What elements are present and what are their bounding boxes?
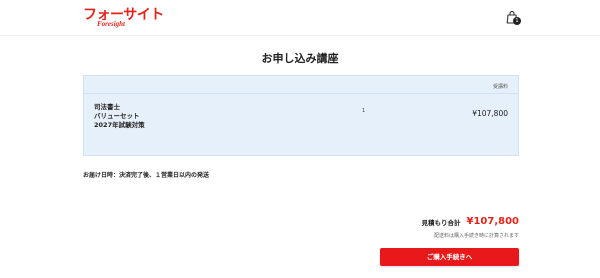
estimated-total: 見積もり合計 ¥107,800 [421, 211, 519, 230]
order-table-header: 受講料 [84, 76, 518, 94]
total-value: ¥107,800 [466, 216, 519, 227]
checkout-button[interactable]: ご購入手続きへ [380, 248, 519, 266]
foresight-logo[interactable]: フォーサイト Foresight [83, 4, 164, 32]
cart-button[interactable]: 1 [505, 9, 521, 25]
item-quantity: 1 [362, 108, 366, 114]
order-table: 受講料 司法書士 バリューセット 2027年試験対策 1 ¥107,800 [83, 75, 519, 156]
total-label: 見積もり合計 [421, 218, 461, 227]
page-title: お申し込み講座 [261, 52, 339, 65]
logo-subtext: Foresight [97, 20, 126, 28]
fee-column-label: 受講料 [492, 84, 508, 90]
site-header: フォーサイト Foresight 1 [0, 0, 600, 36]
course-name-line: バリューセット [94, 112, 140, 120]
course-name: 司法書士 バリューセット 2027年試験対策 [94, 103, 204, 130]
course-name-line: 2027年試験対策 [94, 121, 145, 129]
delivery-info: お届け日時：決済完了後、１営業日以内の発送 [83, 172, 210, 179]
item-price: ¥107,800 [472, 109, 508, 118]
shipping-note: 配送料は購入手続き時に計算されます [433, 233, 519, 239]
course-name-line: 司法書士 [94, 103, 120, 111]
cart-count-badge: 1 [513, 17, 521, 25]
